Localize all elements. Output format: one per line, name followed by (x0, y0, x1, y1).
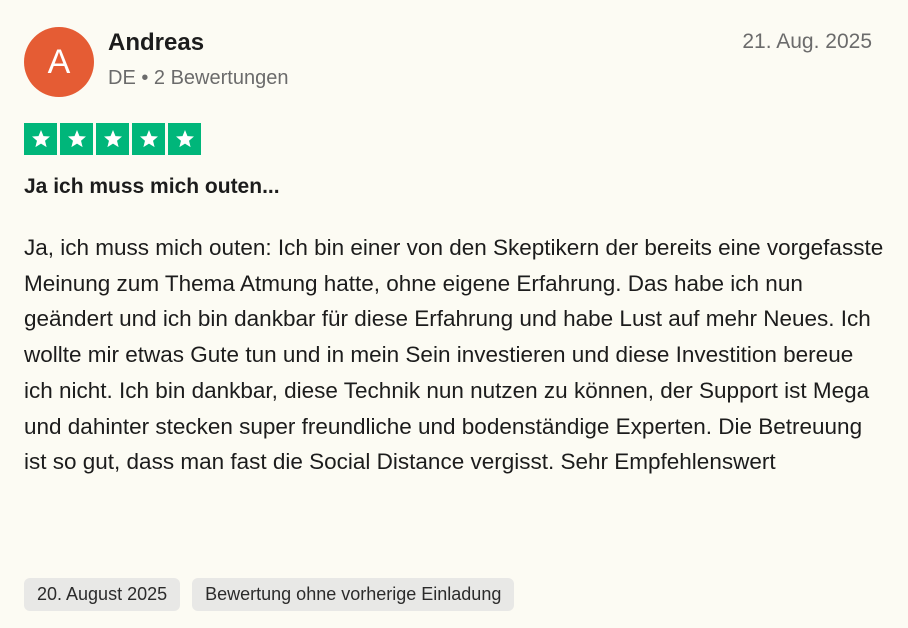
star-icon (132, 123, 165, 155)
experience-date-tag: 20. August 2025 (24, 578, 181, 611)
star-icon (60, 123, 93, 155)
star-icon (168, 123, 201, 155)
invitation-status-tag[interactable]: Bewertung ohne vorherige Einladung (192, 578, 515, 611)
star-icon (24, 123, 57, 155)
reviewer-meta: DE • 2 Bewertungen (108, 67, 289, 89)
star-icon (96, 123, 129, 155)
avatar[interactable]: A (24, 27, 94, 97)
star-rating (24, 123, 201, 155)
review-body: Ja, ich muss mich outen: Ich bin einer v… (24, 235, 884, 475)
review-date: 21. Aug. 2025 (742, 30, 872, 53)
review-card: A Andreas DE • 2 Bewertungen 21. Aug. 20… (0, 0, 908, 628)
review-title[interactable]: Ja ich muss mich outen... (24, 175, 280, 199)
review-tags: 20. August 2025 Bewertung ohne vorherige… (24, 578, 515, 611)
reviewer-name[interactable]: Andreas (108, 29, 204, 57)
